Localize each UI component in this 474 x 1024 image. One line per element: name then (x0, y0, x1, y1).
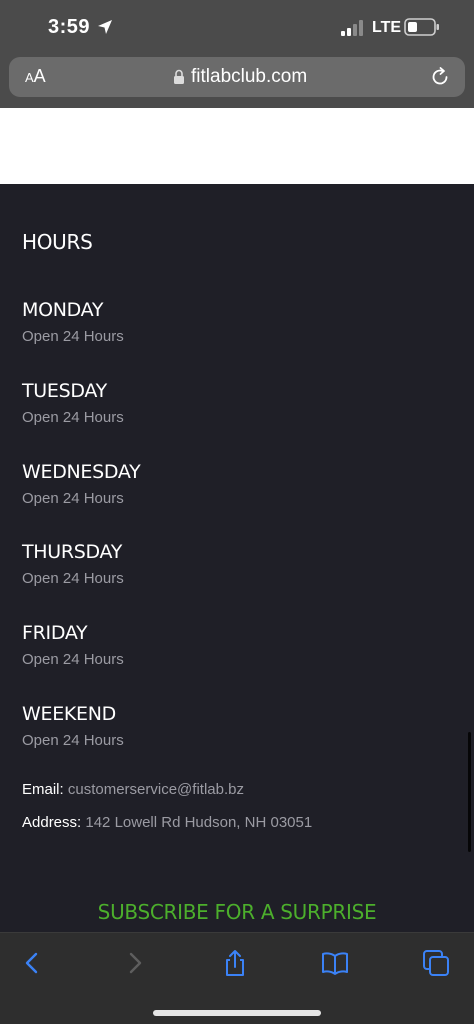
network-type: LTE (372, 19, 402, 36)
day-name: THURSDAY (22, 541, 123, 563)
day-name: WEEKEND (22, 703, 117, 725)
share-icon[interactable] (221, 949, 249, 977)
back-icon[interactable] (18, 949, 46, 977)
reload-icon[interactable] (429, 66, 451, 88)
forward-icon[interactable] (121, 949, 149, 977)
page-header-area (0, 108, 474, 184)
day-tuesday: TUESDAY Open 24 Hours (22, 379, 124, 427)
footer-content: HOURS MONDAY Open 24 Hours TUESDAY Open … (0, 184, 474, 932)
day-hours: Open 24 Hours (22, 651, 124, 668)
text-size-large-label: A (33, 66, 46, 86)
scrollbar[interactable] (468, 732, 471, 852)
day-name: FRIDAY (22, 622, 88, 644)
browser-chrome: 3:59 LTE AA fitlabclub.com (0, 0, 474, 108)
day-monday: MONDAY Open 24 Hours (22, 298, 124, 346)
day-hours: Open 24 Hours (22, 328, 124, 345)
day-name: WEDNESDAY (22, 461, 141, 483)
bookmarks-icon[interactable] (321, 949, 349, 977)
location-arrow-icon (98, 20, 112, 34)
day-hours: Open 24 Hours (22, 490, 124, 507)
day-weekend: WEEKEND Open 24 Hours (22, 702, 124, 750)
day-thursday: THURSDAY Open 24 Hours (22, 540, 124, 588)
lock-icon (174, 69, 184, 84)
hours-heading: HOURS (22, 230, 93, 254)
tabs-icon[interactable] (422, 949, 450, 977)
battery-icon (404, 18, 439, 36)
address-label: Address: (22, 814, 82, 831)
signal-icon (341, 20, 363, 36)
address-bar[interactable]: AA fitlabclub.com (9, 57, 465, 97)
home-indicator[interactable] (153, 1010, 321, 1016)
email-link[interactable]: customerservice@fitlab.bz (68, 781, 244, 798)
subscribe-heading[interactable]: SUBSCRIBE FOR A SURPRISE (0, 900, 474, 924)
day-hours: Open 24 Hours (22, 409, 124, 426)
day-name: MONDAY (22, 299, 104, 321)
url-text: fitlabclub.com (191, 66, 308, 87)
day-wednesday: WEDNESDAY Open 24 Hours (22, 460, 141, 508)
contact-email: Email: customerservice@fitlab.bz (22, 781, 244, 799)
status-bar: 3:59 LTE (0, 0, 474, 56)
day-name: TUESDAY (22, 380, 107, 402)
day-friday: FRIDAY Open 24 Hours (22, 621, 124, 669)
day-hours: Open 24 Hours (22, 570, 124, 587)
day-hours: Open 24 Hours (22, 732, 124, 749)
address-text: 142 Lowell Rd Hudson, NH 03051 (85, 814, 313, 831)
email-label: Email: (22, 781, 64, 798)
text-size-small-label: A (25, 70, 34, 85)
text-size-button[interactable]: AA (25, 66, 46, 87)
status-time: 3:59 (48, 16, 91, 38)
contact-address: Address: 142 Lowell Rd Hudson, NH 03051 (22, 814, 312, 832)
